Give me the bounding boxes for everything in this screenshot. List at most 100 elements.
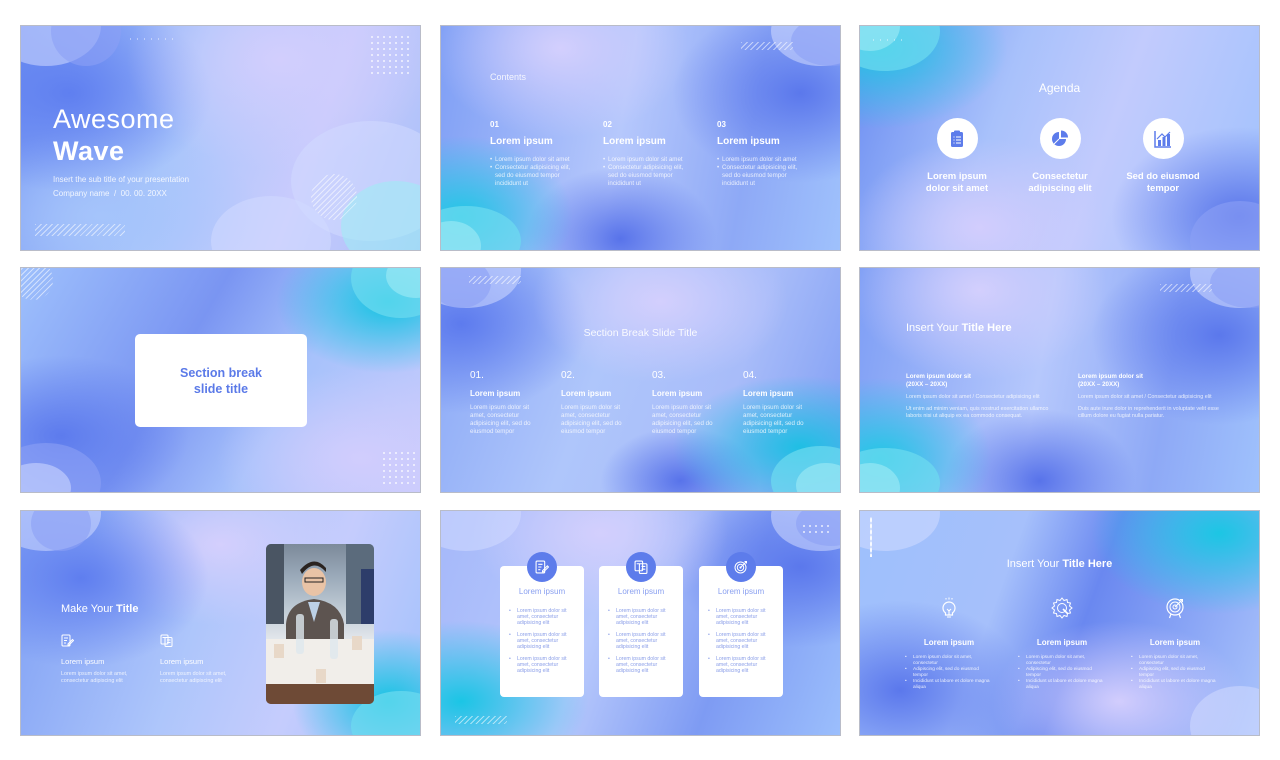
bullet: Incididunt ut labore et dolore magna ali… [1017,679,1107,691]
bullet: Incididunt ut labore et dolore magna ali… [1130,679,1220,691]
clipboard-checklist-icon [951,130,963,147]
card-title: Lorem ipsum [717,587,765,596]
agenda-label: Lorem ipsum dolor sit amet [902,171,1012,195]
bullet: Adipiscing elit, sed do eiusmod tempor [904,667,994,679]
column-title: Lorem ipsum [923,638,975,647]
column-title: Lorem ipsum dolor sit (20XX – 20XX) [906,373,1061,389]
bar-chart-growth-icon [1154,130,1171,148]
slide-heading: Make Your Title [61,603,138,615]
label-line: Consectetur [1032,171,1088,182]
bullet: Lorem ipsum dolor sit amet [603,156,693,164]
column-title: Lorem ipsum [743,389,794,398]
label-line: tempor [1146,183,1180,194]
title-line: slide title [193,381,249,396]
section-title-card: Section break slide title [135,334,307,427]
column-title: Lorem ipsum [61,657,105,666]
icon-circle [1142,118,1184,159]
feature-column: Lorem ipsum Lorem ipsum dolor sit amet, … [1017,596,1107,691]
gear-wrench-icon [1051,597,1073,619]
slide-thumbnail-7[interactable]: Make Your Title Lorem ipsum Lorem ipsum … [20,510,421,736]
heading-light: Insert Your [1006,558,1063,570]
slide-heading: Contents [490,72,527,82]
slide-thumbnail-3[interactable]: Agenda Lorem ipsum dolor sit amet Consect… [859,25,1260,251]
slide-thumbnail-8[interactable]: Lorem ipsum Lorem ipsum dolor sit amet, … [440,510,841,736]
subtitle: Insert the sub title of your presentatio… [53,175,190,184]
document-edit-icon [535,560,549,574]
bullet: Lorem ipsum dolor sit amet, consectetur … [508,656,578,674]
column-number: 01. [470,370,484,381]
dot-grid-decoration [381,450,417,486]
section-title: Section break slide title [180,365,262,397]
bullet: Lorem ipsum dolor sit amet [717,156,807,164]
hatched-stripe-decoration [35,224,125,236]
column-text: Lorem ipsum dolor sit amet / Consectetur… [1078,394,1212,400]
bullet: Lorem ipsum dolor sit amet, consectetur … [707,656,777,674]
icon-circle [1039,118,1081,159]
hatched-stripe-decoration [455,716,507,724]
column-number: 02 [603,120,612,129]
feature-column: Lorem ipsum Lorem ipsum dolor sit amet, … [160,634,250,685]
bullet: Consectetur adipisicing elit, sed do eiu… [490,164,580,188]
agenda-item: Consectetur adipiscing elit [1005,118,1115,195]
column-text: Duis aute irure dolor in reprehenderit i… [1078,406,1219,419]
bullet: Lorem ipsum dolor sit amet [490,156,580,164]
column-body: Lorem ipsum dolor sit amet, consectetur … [561,404,622,435]
timeline-column: Lorem ipsum dolor sit (20XX – 20XX) Lorem… [906,373,1061,420]
icon-circle [726,552,756,582]
slide-thumbnail-1[interactable]: Awesome Wave Insert the sub title of you… [20,25,421,251]
bullet: Incididunt ut labore et dolore magna ali… [904,679,994,691]
column-body: Lorem ipsum dolor sit amet, consectetur … [61,671,128,684]
numbered-column: 02. Lorem ipsum Lorem ipsum dolor sit amet… [561,370,637,436]
slide-thumbnail-9[interactable]: Insert Your Title Here Lorem ipsum Lorem… [859,510,1260,736]
bullet: Consectetur adipisicing elit, sed do eiu… [717,164,807,188]
dotted-line-decoration [127,38,179,40]
card-title: Lorem ipsum [518,587,566,596]
icon-circle [626,552,656,582]
column-number: 03 [717,120,726,129]
bullet: Lorem ipsum dolor sit amet, consectetur … [607,608,677,626]
icon-circle [527,552,557,582]
agenda-item: Sed do eiusmod tempor [1108,118,1218,195]
numbered-column: 04. Lorem ipsum Lorem ipsum dolor sit amet… [743,370,819,436]
column-title: Lorem ipsum [561,389,612,398]
title-line: Lorem ipsum dolor sit [906,373,971,380]
label-line: Sed do eiusmod [1126,171,1200,182]
column-title: Lorem ipsum [652,389,703,398]
bullet: Lorem ipsum dolor sit amet, consectetur [1130,655,1220,667]
label-line: dolor sit amet [925,183,989,194]
bullet: Consectetur adipisicing elit, sed do eiu… [603,164,693,188]
year-range: (20XX – 20XX) [906,381,948,388]
slide-thumbnail-2[interactable]: Contents 01 Lorem ipsum Lorem ipsum dolo… [440,25,841,251]
dot-grid-decoration [801,523,831,537]
lightbulb-icon [942,597,956,618]
icon-circle [936,118,978,159]
contents-column: 03 Lorem ipsum Lorem ipsum dolor sit ame… [717,120,807,188]
column-title: Lorem ipsum [1149,638,1201,647]
documents-icon [634,560,648,574]
contents-column: 01 Lorem ipsum Lorem ipsum dolor sit ame… [490,120,580,188]
column-title: Lorem ipsum [717,136,780,147]
slide-thumbnail-4[interactable]: Section break slide title [20,267,421,493]
slide-thumbnail-6[interactable]: Insert Your Title Here Lorem ipsum dolor… [859,267,1260,493]
target-icon [1166,598,1184,619]
slide-thumbnail-5[interactable]: Section Break Slide Title 01. Lorem ipsum… [440,267,841,493]
heading-bold: Title Here [961,322,1012,334]
column-body: Lorem ipsum dolor sit amet, consectetur … [160,671,227,684]
bullet: Lorem ipsum dolor sit amet, consectetur … [607,632,677,650]
agenda-label: Sed do eiusmod tempor [1108,171,1218,195]
column-body: Lorem ipsum dolor sit amet, consectetur … [470,404,531,435]
agenda-label: Consectetur adipiscing elit [1005,171,1115,195]
column-title: Lorem ipsum [470,389,521,398]
bullet: Lorem ipsum dolor sit amet, consectetur [1017,655,1107,667]
title-bold: Wave [53,136,125,166]
column-text: Ut enim ad minim veniam, quis nostrud ex… [906,406,1049,419]
info-card: Lorem ipsum Lorem ipsum dolor sit amet, … [599,552,683,697]
column-title: Lorem ipsum [160,657,204,666]
separator: / [113,189,117,198]
column-number: 01 [490,120,499,129]
dot-grid-decoration [369,34,413,78]
bullet: Lorem ipsum dolor sit amet, consectetur [904,655,994,667]
feature-column: Lorem ipsum Lorem ipsum dolor sit amet, … [1130,596,1220,691]
column-title: Lorem ipsum dolor sit (20XX – 20XX) [1078,373,1233,389]
year-range: (20XX – 20XX) [1078,381,1120,388]
